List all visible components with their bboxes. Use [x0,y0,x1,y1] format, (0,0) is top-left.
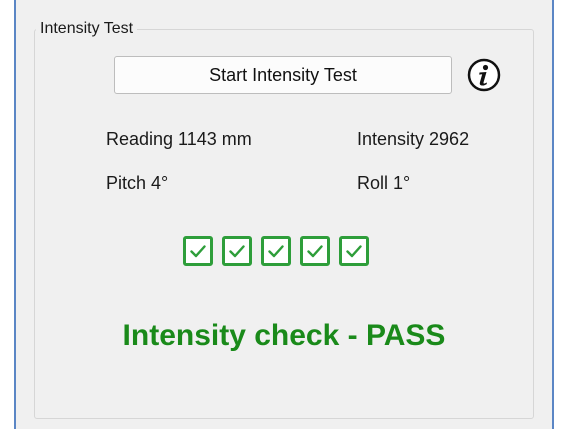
check-indicators [183,236,369,266]
groupbox-title: Intensity Test [36,19,138,39]
checkmark-icon [229,245,245,258]
checkmark-icon [268,245,284,258]
pitch-value: Pitch 4° [106,173,169,193]
check-indicator-1[interactable] [183,236,213,266]
checkmark-icon [307,245,323,258]
check-indicator-2[interactable] [222,236,252,266]
intensity-check-status: Intensity check - PASS [122,319,446,352]
checkmark-icon [190,245,206,258]
checkmark-icon [346,245,362,258]
check-indicator-3[interactable] [261,236,291,266]
intensity-value: Intensity 2962 [357,129,470,149]
intensity-test-panel: Intensity Test Start Intensity Test Read… [14,0,554,429]
info-icon[interactable] [467,58,501,92]
check-indicator-4[interactable] [300,236,330,266]
reading-value: Reading 1143 mm [106,129,252,149]
roll-value: Roll 1° [357,173,411,193]
check-indicator-5[interactable] [339,236,369,266]
start-intensity-test-button[interactable]: Start Intensity Test [114,56,452,94]
